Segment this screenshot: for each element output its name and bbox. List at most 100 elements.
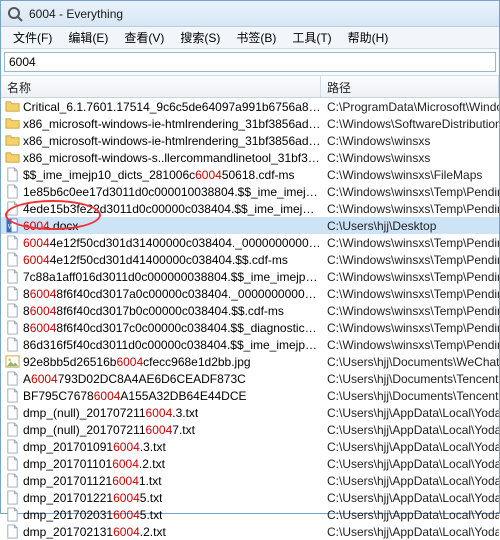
file-icon [5, 371, 20, 386]
menu-search[interactable]: 搜索(S) [172, 27, 228, 48]
cell-name: 860048f6f40cd3017b0c00000c038404.$$.cdf-… [1, 303, 321, 318]
file-icon [5, 320, 20, 335]
search-input[interactable] [4, 52, 496, 72]
file-name: A6004793D02DC8A4AE6D6CEADF873C [23, 372, 246, 386]
image-icon [5, 354, 20, 369]
result-row[interactable]: x86_microsoft-windows-s..llercommandline… [1, 149, 499, 166]
file-name: dmp_20170112160041.txt [23, 474, 162, 488]
file-name: 92e8bb5d26516b6004cfecc968e1d2bb.jpg [23, 355, 251, 369]
folder-icon [5, 133, 20, 148]
cell-name: W6004.docx [1, 218, 321, 233]
menu-tools[interactable]: 工具(T) [284, 27, 339, 48]
result-row[interactable]: dmp_2017021316004.2.txtC:\Users\hjj\AppD… [1, 523, 499, 540]
result-row[interactable]: $$_ime_imejp10_dicts_281006c600450618.cd… [1, 166, 499, 183]
cell-name: 92e8bb5d26516b6004cfecc968e1d2bb.jpg [1, 354, 321, 369]
file-name: 860048f6f40cd3017a0c00000c038404._000000… [23, 287, 321, 301]
cell-path: C:\Windows\winsxs\Temp\PendingRena [321, 270, 499, 284]
result-row[interactable]: 92e8bb5d26516b6004cfecc968e1d2bb.jpgC:\U… [1, 353, 499, 370]
column-name-header[interactable]: 名称 [1, 76, 321, 97]
result-row[interactable]: 4ede15b3fe22d3011d0c00000c038404.$$_ime_… [1, 200, 499, 217]
cell-name: 7c88a1aff016d3011d0c000000038804.$$_ime_… [1, 269, 321, 284]
result-row[interactable]: dmp_(null)_2017072116004.3.txtC:\Users\h… [1, 404, 499, 421]
result-row[interactable]: A6004793D02DC8A4AE6D6CEADF873CC:\Users\h… [1, 370, 499, 387]
cell-path: C:\ProgramData\Microsoft\Windows\ [321, 100, 499, 114]
cell-name: 60044e12f50cd301d41400000c038404.$$.cdf-… [1, 252, 321, 267]
result-row[interactable]: 860048f6f40cd3017a0c00000c038404._000000… [1, 285, 499, 302]
cell-name: 860048f6f40cd3017a0c00000c038404._000000… [1, 286, 321, 301]
file-name: dmp_2017021316004.2.txt [23, 525, 166, 539]
result-row[interactable]: dmp_2017010916004.3.txtC:\Users\hjj\AppD… [1, 438, 499, 455]
result-row[interactable]: BF795C76786004A155A32DB64E44DCEC:\Users\… [1, 387, 499, 404]
cell-path: C:\Users\hjj\AppData\Local\Yodao\Des [321, 440, 499, 454]
file-name: dmp_2017011016004.2.txt [23, 457, 165, 471]
file-icon [5, 456, 20, 471]
result-row[interactable]: W6004.docxC:\Users\hjj\Desktop [1, 217, 499, 234]
result-row[interactable]: x86_microsoft-windows-ie-htmlrendering_3… [1, 115, 499, 132]
result-row[interactable]: dmp_20170203160045.txtC:\Users\hjj\AppDa… [1, 506, 499, 523]
cell-name: dmp_2017011016004.2.txt [1, 456, 321, 471]
file-name: Critical_6.1.7601.17514_9c6c5de64097a991… [23, 100, 321, 114]
menu-file[interactable]: 文件(F) [5, 27, 60, 48]
file-name: 86d316f5f40cd3011d0c00000c038404.$$_ime_… [23, 338, 321, 352]
file-icon [5, 490, 20, 505]
result-row[interactable]: x86_microsoft-windows-ie-htmlrendering_3… [1, 132, 499, 149]
cell-name: 86d316f5f40cd3011d0c00000c038404.$$_ime_… [1, 337, 321, 352]
file-name: 860048f6f40cd3017b0c00000c038404.$$.cdf-… [23, 304, 284, 318]
result-row[interactable]: Critical_6.1.7601.17514_9c6c5de64097a991… [1, 98, 499, 115]
file-icon [5, 507, 20, 522]
svg-text:W: W [8, 223, 15, 230]
file-name: x86_microsoft-windows-ie-htmlrendering_3… [23, 134, 321, 148]
menu-help[interactable]: 帮助(H) [340, 27, 397, 48]
file-icon [5, 303, 20, 318]
file-icon [5, 269, 20, 284]
file-name: 1e85b6c0ee17d3011d0c000010038804.$$_ime_… [23, 185, 321, 199]
menu-edit[interactable]: 编辑(E) [60, 27, 116, 48]
column-headers: 名称 路径 [1, 76, 499, 98]
folder-icon [5, 99, 20, 114]
cell-name: 860048f6f40cd3017c0c00000c038404.$$_diag… [1, 320, 321, 335]
result-row[interactable]: 1e85b6c0ee17d3011d0c000010038804.$$_ime_… [1, 183, 499, 200]
cell-path: C:\Users\hjj\AppData\Local\Yodao\Des [321, 457, 499, 471]
file-name: 60044e12f50cd301d41400000c038404.$$.cdf-… [23, 253, 288, 267]
cell-path: C:\Windows\winsxs\Temp\PendingRena [321, 253, 499, 267]
result-row[interactable]: dmp_2017011016004.2.txt C:\Users\hjj\AppD… [1, 455, 499, 472]
cell-name: x86_microsoft-windows-s..llercommandline… [1, 150, 321, 165]
file-name: BF795C76786004A155A32DB64E44DCE [23, 389, 247, 403]
cell-path: C:\Windows\winsxs [321, 134, 499, 148]
menu-bookmarks[interactable]: 书签(B) [228, 27, 284, 48]
result-row[interactable]: 60044e12f50cd301d41400000c038404.$$.cdf-… [1, 251, 499, 268]
file-icon [5, 184, 20, 199]
result-row[interactable]: dmp_20170112160041.txtC:\Users\hjj\AppDa… [1, 472, 499, 489]
file-icon [5, 439, 20, 454]
cell-name: x86_microsoft-windows-ie-htmlrendering_3… [1, 133, 321, 148]
cell-path: C:\Windows\SoftwareDistribution\Down [321, 117, 499, 131]
cell-name: dmp_20170203160045.txt [1, 507, 321, 522]
result-row[interactable]: 7c88a1aff016d3011d0c000000038804.$$_ime_… [1, 268, 499, 285]
result-row[interactable]: 860048f6f40cd3017b0c00000c038404.$$.cdf-… [1, 302, 499, 319]
file-icon [5, 524, 20, 539]
cell-path: C:\Windows\winsxs\Temp\PendingRena [321, 321, 499, 335]
file-icon [5, 201, 20, 216]
column-path-header[interactable]: 路径 [321, 76, 499, 97]
result-row[interactable]: 86d316f5f40cd3011d0c00000c038404.$$_ime_… [1, 336, 499, 353]
result-row[interactable]: dmp_20170122160045.txtC:\Users\hjj\AppDa… [1, 489, 499, 506]
cell-path: C:\Windows\winsxs\Temp\PendingRena [321, 185, 499, 199]
titlebar: 6004 - Everything [1, 1, 499, 27]
file-name: dmp_(null)_2017072116004.3.txt [23, 406, 198, 420]
cell-name: dmp_(null)_20170721160047.txt [1, 422, 321, 437]
result-row[interactable]: 60044e12f50cd301d31400000c038404._000000… [1, 234, 499, 251]
file-name: $$_ime_imejp10_dicts_281006c600450618.cd… [23, 168, 295, 182]
cell-path: C:\Windows\winsxs [321, 151, 499, 165]
cell-path: C:\Windows\winsxs\Temp\PendingRena [321, 287, 499, 301]
menu-view[interactable]: 查看(V) [116, 27, 172, 48]
result-row[interactable]: dmp_(null)_20170721160047.txtC:\Users\hj… [1, 421, 499, 438]
file-icon [5, 235, 20, 250]
cell-path: C:\Users\hjj\AppData\Local\Yodao\Des [321, 423, 499, 437]
result-row[interactable]: 860048f6f40cd3017c0c00000c038404.$$_diag… [1, 319, 499, 336]
folder-icon [5, 116, 20, 131]
file-name: x86_microsoft-windows-s..llercommandline… [23, 151, 321, 165]
menubar: 文件(F) 编辑(E) 查看(V) 搜索(S) 书签(B) 工具(T) 帮助(H… [1, 27, 499, 49]
file-icon [5, 337, 20, 352]
cell-path: C:\Windows\winsxs\FileMaps [321, 168, 499, 182]
results-list[interactable]: Critical_6.1.7601.17514_9c6c5de64097a991… [1, 98, 499, 540]
